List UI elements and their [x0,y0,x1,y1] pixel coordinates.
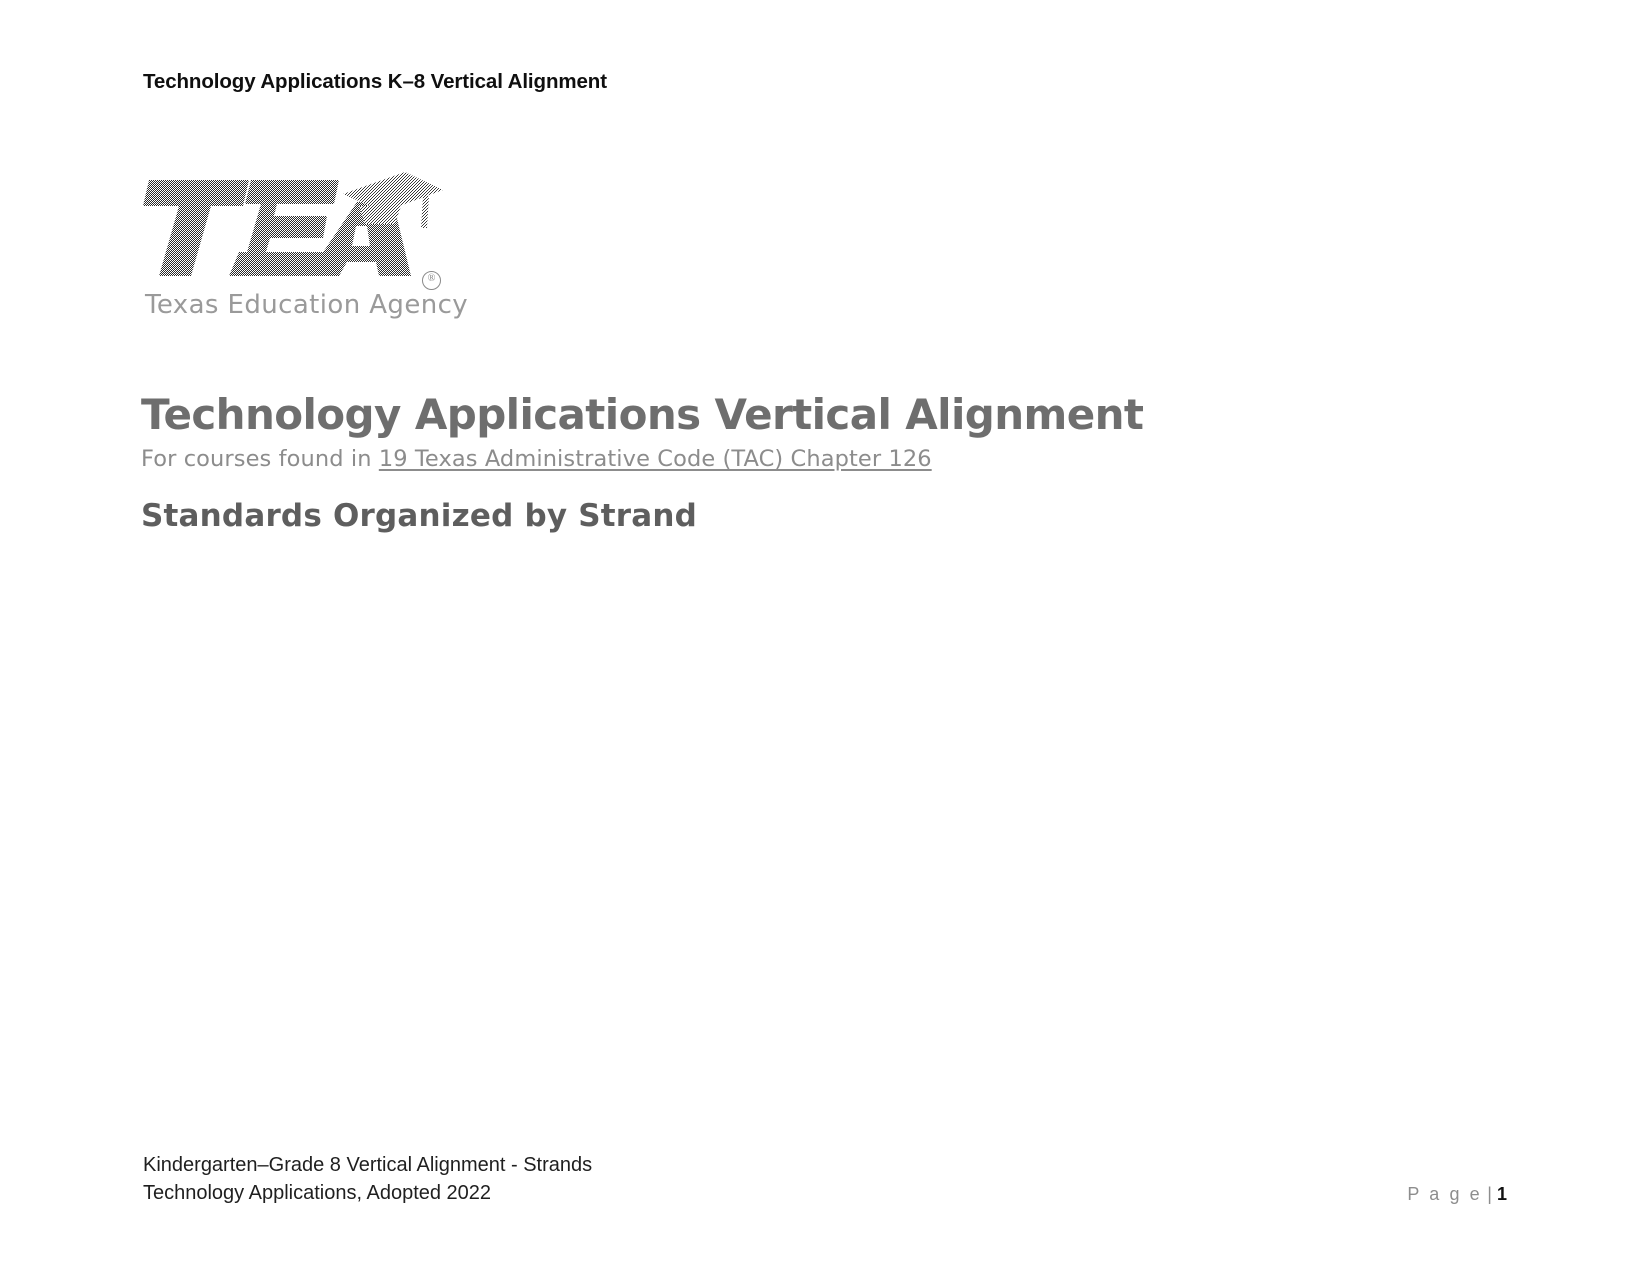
tea-logo-mark: ® [143,168,443,290]
registered-trademark-icon: ® [422,271,441,290]
section-heading: Standards Organized by Strand [141,498,698,535]
page-number: 1 [1496,1184,1507,1205]
tea-logo: ® Texas Education Agency [143,168,468,323]
tac-chapter-link[interactable]: 19 Texas Administrative Code (TAC) Chapt… [379,446,932,472]
page-number-block: P a g e | 1 [1407,1184,1507,1207]
tea-monogram-icon [143,172,443,276]
document-page: Technology Applications K–8 Vertical Ali… [0,0,1650,1275]
document-title: Technology Applications Vertical Alignme… [141,390,1144,439]
document-subtitle: For courses found in 19 Texas Administra… [141,446,1241,472]
page-label: P a g e [1407,1184,1483,1205]
subtitle-prefix: For courses found in [141,446,379,473]
footer-line-2: Technology Applications, Adopted 2022 [143,1181,492,1204]
page-separator: | [1482,1184,1497,1205]
footer-line-1: Kindergarten–Grade 8 Vertical Alignment … [143,1154,593,1176]
tea-wordmark: Texas Education Agency [145,290,469,320]
title-block: Technology Applications Vertical Alignme… [141,390,1241,535]
page-footer: Kindergarten–Grade 8 Vertical Alignment … [143,1152,1507,1207]
footer-text: Kindergarten–Grade 8 Vertical Alignment … [143,1152,592,1207]
running-header: Technology Applications K–8 Vertical Ali… [143,70,607,93]
